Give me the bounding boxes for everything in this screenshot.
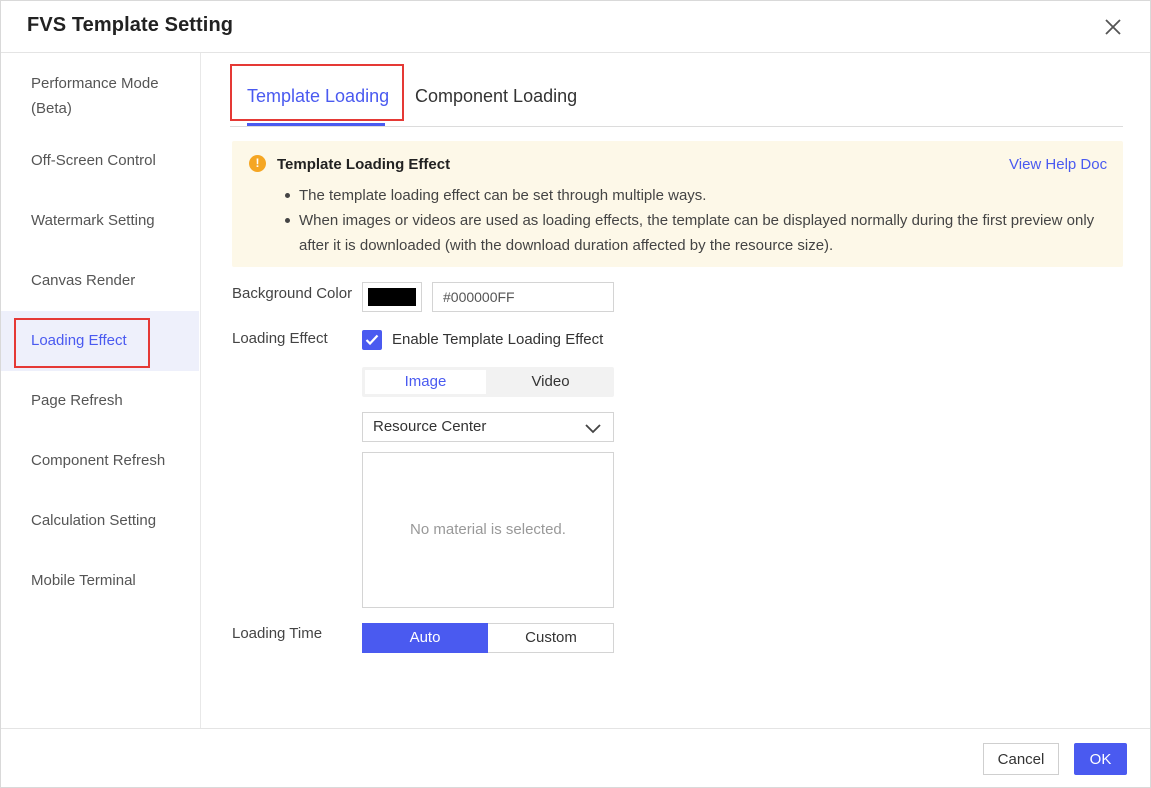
cancel-button[interactable]: Cancel [983, 743, 1059, 775]
sidebar: Performance Mode (Beta) Off-Screen Contr… [1, 53, 201, 728]
enable-loading-effect-checkbox[interactable] [362, 330, 382, 350]
active-tab-underline [247, 123, 385, 126]
sidebar-item-page-refresh[interactable]: Page Refresh [1, 388, 199, 413]
chevron-down-icon [585, 421, 601, 439]
color-hex-input[interactable] [432, 282, 614, 312]
notice-bullet: When images or videos are used as loadin… [283, 208, 1113, 258]
enable-loading-effect-label[interactable]: Enable Template Loading Effect [392, 331, 603, 348]
loading-time-toggle: Auto Custom [362, 623, 614, 653]
notice-list: The template loading effect can be set t… [283, 183, 1113, 258]
source-select[interactable]: Resource Center [362, 412, 614, 442]
loading-time-custom[interactable]: Custom [488, 623, 614, 653]
notice-banner: ! Template Loading Effect View Help Doc … [232, 141, 1123, 267]
help-doc-link[interactable]: View Help Doc [1009, 156, 1107, 173]
loading-time-label: Loading Time [232, 625, 323, 642]
sidebar-item-off-screen-control[interactable]: Off-Screen Control [1, 148, 199, 173]
content-panel: Template Loading Component Loading ! Tem… [202, 53, 1150, 728]
sidebar-item-component-refresh[interactable]: Component Refresh [1, 448, 199, 473]
settings-dialog: FVS Template Setting Performance Mode (B… [0, 0, 1151, 788]
notice-title: Template Loading Effect [277, 156, 451, 173]
source-select-value: Resource Center [373, 418, 487, 435]
background-color-label: Background Color [232, 285, 353, 302]
sidebar-item-canvas-render[interactable]: Canvas Render [1, 268, 199, 293]
material-preview-box[interactable]: No material is selected. [362, 452, 614, 608]
sidebar-item-mobile-terminal[interactable]: Mobile Terminal [1, 568, 199, 593]
empty-material-text: No material is selected. [410, 521, 566, 538]
notice-bullet: The template loading effect can be set t… [283, 183, 1113, 208]
sidebar-item-calculation-setting[interactable]: Calculation Setting [1, 508, 199, 533]
close-icon[interactable] [1101, 15, 1125, 39]
color-swatch[interactable] [362, 282, 422, 312]
dialog-footer: Cancel OK [1, 728, 1150, 787]
sidebar-highlight-box [14, 318, 150, 368]
dialog-header: FVS Template Setting [1, 1, 1150, 53]
ok-button[interactable]: OK [1074, 743, 1127, 775]
sidebar-item-watermark-setting[interactable]: Watermark Setting [1, 208, 199, 233]
media-type-image[interactable]: Image [365, 370, 486, 394]
tab-highlight-box [230, 64, 404, 121]
loading-time-auto[interactable]: Auto [362, 623, 488, 653]
sidebar-item-performance-mode[interactable]: Performance Mode (Beta) [1, 71, 199, 121]
dialog-title: FVS Template Setting [27, 14, 234, 36]
color-swatch-fill [368, 288, 416, 306]
warning-icon: ! [249, 155, 266, 172]
loading-effect-label: Loading Effect [232, 330, 328, 347]
tab-component-loading[interactable]: Component Loading [415, 86, 577, 107]
media-type-video[interactable]: Video [490, 370, 611, 394]
media-type-segmented: Image Video [362, 367, 614, 397]
